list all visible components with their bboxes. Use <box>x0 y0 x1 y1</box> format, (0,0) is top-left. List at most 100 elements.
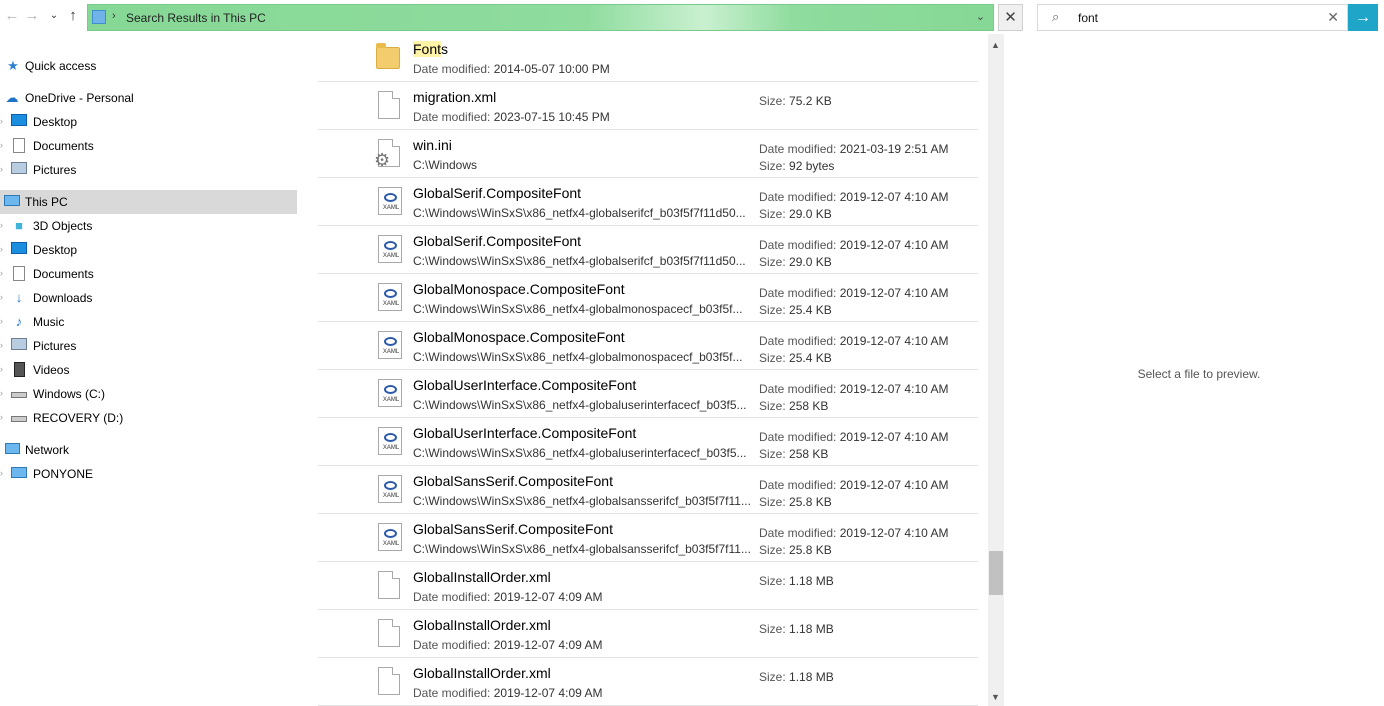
list-item[interactable]: migration.xml Date modified: 2023-07-15 … <box>318 82 978 130</box>
expand-icon[interactable]: › <box>0 268 4 278</box>
vertical-scrollbar[interactable]: ▲ ▼ <box>988 34 1004 706</box>
scroll-thumb[interactable] <box>989 551 1003 595</box>
detail-key: Size: <box>759 207 786 221</box>
file-details: Date modified: 2023-07-15 10:45 PM <box>413 110 610 124</box>
file-location: C:\Windows\WinSxS\x86_netfx4-globalmonos… <box>413 350 743 364</box>
list-item[interactable]: Fonts Date modified: 2014-05-07 10:00 PM <box>318 34 978 82</box>
nav-windows-c[interactable]: › Windows (C:) <box>0 382 297 406</box>
list-item[interactable]: GlobalInstallOrder.xml Date modified: 20… <box>318 610 978 658</box>
nav-music[interactable]: › ♪ Music <box>0 310 297 334</box>
list-item[interactable]: XAML GlobalSerif.CompositeFont C:\Window… <box>318 226 978 274</box>
nav-desktop[interactable]: › Desktop <box>0 238 297 262</box>
nav-onedrive[interactable]: ☁ OneDrive - Personal <box>0 86 297 110</box>
list-item[interactable]: GlobalInstallOrder.xml Date modified: 20… <box>318 658 978 706</box>
file-date: Date modified: 2019-12-07 4:10 AM <box>759 526 948 540</box>
detail-key: Date modified: <box>759 478 837 492</box>
file-details: Date modified: 2019-12-07 4:09 AM <box>413 638 602 652</box>
download-icon: ↓ <box>15 290 23 305</box>
expand-icon[interactable]: › <box>0 388 4 398</box>
cancel-search-button[interactable]: ✕ <box>998 4 1023 31</box>
clear-search-button[interactable]: ✕ <box>1327 9 1339 26</box>
file-details: Date modified: 2019-12-07 4:09 AM <box>413 686 602 700</box>
list-item[interactable]: XAML GlobalSansSerif.CompositeFont C:\Wi… <box>318 466 978 514</box>
list-item[interactable]: ⚙ win.ini C:\Windows Date modified: 2021… <box>318 130 978 178</box>
pictures-icon <box>11 338 27 354</box>
expand-icon[interactable]: › <box>0 468 4 478</box>
file-name: Fonts <box>413 41 449 57</box>
nav-label: Documents <box>33 267 94 281</box>
file-size: Size: 75.2 KB <box>759 94 832 108</box>
expand-icon[interactable]: › <box>0 412 4 422</box>
nav-quick-access[interactable]: ★ Quick access <box>0 54 297 78</box>
file-size: Size: 25.8 KB <box>759 495 832 509</box>
expand-icon[interactable]: › <box>0 292 4 302</box>
detail-value: 2019-12-07 4:09 AM <box>493 686 603 700</box>
file-location: C:\Windows <box>413 158 478 172</box>
detail-value: 2014-05-07 10:00 PM <box>493 62 610 76</box>
xaml-file-icon: XAML <box>376 283 402 313</box>
list-item[interactable]: XAML GlobalMonospace.CompositeFont C:\Wi… <box>318 274 978 322</box>
expand-icon[interactable]: › <box>0 340 4 350</box>
file-size: Size: 92 bytes <box>759 159 834 173</box>
file-name: GlobalSansSerif.CompositeFont <box>413 521 613 537</box>
detail-key: Date modified: <box>413 590 491 604</box>
file-location: C:\Windows\WinSxS\x86_netfx4-globaluseri… <box>413 446 747 460</box>
go-search-button[interactable]: → <box>1348 4 1378 31</box>
list-item[interactable]: XAML GlobalUserInterface.CompositeFont C… <box>318 370 978 418</box>
expand-icon[interactable]: › <box>0 244 4 254</box>
breadcrumb-search-results[interactable]: Search Results in This PC <box>126 11 266 25</box>
scroll-up-button[interactable]: ▲ <box>991 40 1000 50</box>
search-box[interactable]: ⌕ font ✕ <box>1037 4 1348 31</box>
list-item[interactable]: XAML GlobalSansSerif.CompositeFont C:\Wi… <box>318 514 978 562</box>
recent-locations-button[interactable]: ⌄ <box>44 6 64 26</box>
nav-3d-objects[interactable]: › ■ 3D Objects <box>0 214 297 238</box>
list-item[interactable]: XAML GlobalMonospace.CompositeFont C:\Wi… <box>318 322 978 370</box>
expand-icon[interactable]: › <box>0 364 4 374</box>
nav-label: Documents <box>33 139 94 153</box>
drive-icon <box>11 386 27 402</box>
desktop-icon <box>11 114 27 130</box>
nav-documents[interactable]: › Documents <box>0 262 297 286</box>
detail-value: 2019-12-07 4:10 AM <box>839 526 949 540</box>
nav-label: Quick access <box>25 59 97 73</box>
nav-videos[interactable]: › Videos <box>0 358 297 382</box>
detail-key: Date modified: <box>413 62 491 76</box>
expand-icon[interactable]: › <box>0 164 4 174</box>
preview-pane: Select a file to preview. <box>1004 34 1384 706</box>
scroll-down-button[interactable]: ▼ <box>991 692 1000 702</box>
address-dropdown-button[interactable]: ⌄ <box>976 10 985 23</box>
nav-onedrive-desktop[interactable]: › Desktop <box>0 110 297 134</box>
expand-icon[interactable]: › <box>0 140 4 150</box>
file-date: Date modified: 2019-12-07 4:10 AM <box>759 238 948 252</box>
nav-this-pc[interactable]: This PC <box>0 190 297 214</box>
nav-recovery-d[interactable]: › RECOVERY (D:) <box>0 406 297 430</box>
detail-value: 2019-12-07 4:10 AM <box>839 430 949 444</box>
detail-value: 29.0 KB <box>789 255 832 269</box>
forward-button[interactable]: → <box>22 6 42 26</box>
nav-ponyone[interactable]: › PONYONE <box>0 462 297 486</box>
file-details: Date modified: 2019-12-07 4:09 AM <box>413 590 602 604</box>
nav-downloads[interactable]: › ↓ Downloads <box>0 286 297 310</box>
arrow-up-icon: ↑ <box>69 7 77 24</box>
search-input[interactable]: font <box>1078 11 1098 25</box>
up-button[interactable]: ↑ <box>63 6 83 26</box>
list-item[interactable]: XAML GlobalUserInterface.CompositeFont C… <box>318 418 978 466</box>
detail-key: Size: <box>759 351 786 365</box>
detail-key: Size: <box>759 303 786 317</box>
expand-icon[interactable]: › <box>0 316 4 326</box>
computer-icon <box>4 194 20 210</box>
detail-key: Size: <box>759 622 786 636</box>
list-item[interactable]: XAML GlobalSerif.CompositeFont C:\Window… <box>318 178 978 226</box>
back-button[interactable]: ← <box>2 6 22 26</box>
nav-network[interactable]: Network <box>0 438 297 462</box>
address-bar[interactable]: › Search Results in This PC ⌄ <box>87 4 994 31</box>
detail-value: 258 KB <box>789 447 829 461</box>
expand-icon[interactable]: › <box>0 220 4 230</box>
breadcrumb-chevron-icon: › <box>112 10 116 22</box>
list-item[interactable]: GlobalInstallOrder.xml Date modified: 20… <box>318 562 978 610</box>
nav-onedrive-pictures[interactable]: › Pictures <box>0 158 297 182</box>
expand-icon[interactable]: › <box>0 116 4 126</box>
nav-pictures[interactable]: › Pictures <box>0 334 297 358</box>
nav-onedrive-documents[interactable]: › Documents <box>0 134 297 158</box>
nav-label: RECOVERY (D:) <box>33 411 124 425</box>
